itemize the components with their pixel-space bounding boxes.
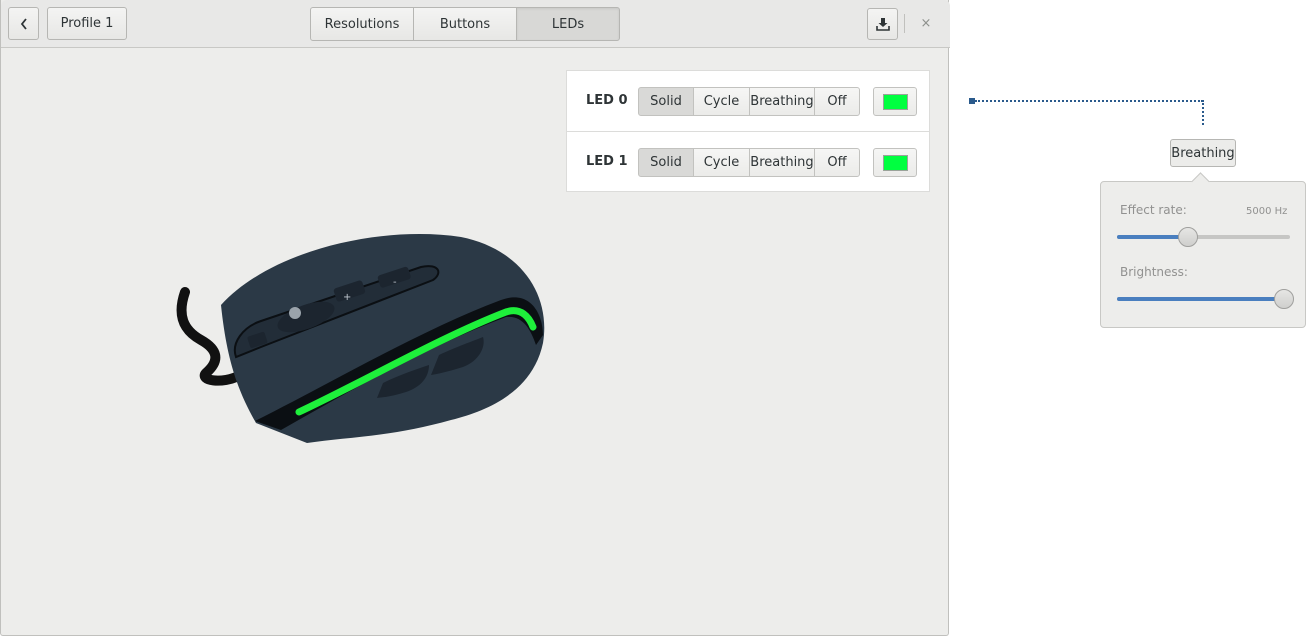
tab-buttons[interactable]: Buttons — [413, 7, 517, 41]
tab-resolutions-label: Resolutions — [324, 16, 400, 32]
svg-text:+: + — [343, 292, 351, 303]
mode-cycle-button[interactable]: Cycle — [693, 87, 750, 116]
mode-off-button[interactable]: Off — [814, 148, 860, 177]
slider-knob[interactable] — [1274, 289, 1294, 309]
led-label: LED 1 — [586, 154, 628, 169]
chevron-left-icon — [20, 17, 27, 30]
connector-line — [1202, 100, 1204, 125]
color-swatch — [882, 154, 908, 171]
mode-off-button[interactable]: Off — [814, 87, 860, 116]
mode-breathing-button[interactable]: Breathing — [749, 148, 815, 177]
led-mode-selector: Solid Cycle Breathing Off — [638, 87, 860, 116]
led-label: LED 0 — [586, 93, 628, 108]
mode-cycle-button[interactable]: Cycle — [693, 148, 750, 177]
tab-leds-label: LEDs — [551, 16, 585, 32]
brightness-label: Brightness: — [1120, 265, 1188, 279]
effect-rate-value: 5000 Hz — [1246, 206, 1288, 217]
led-row: LED 1 Solid Cycle Breathing Off — [567, 132, 929, 192]
tab-leds[interactable]: LEDs — [516, 7, 620, 41]
led-list: LED 0 Solid Cycle Breathing Off LED 1 So… — [566, 70, 930, 192]
mode-label: Breathing — [750, 94, 814, 109]
mode-label: Breathing — [750, 155, 814, 170]
main-window: Profile 1 Resolutions Buttons LEDs × + -… — [0, 0, 950, 636]
effect-rate-slider[interactable] — [1117, 227, 1290, 247]
mouse-illustration: + - — [176, 234, 545, 443]
mode-label: Off — [827, 94, 847, 109]
mode-label: Solid — [650, 94, 682, 109]
color-picker-button[interactable] — [873, 87, 917, 116]
back-button[interactable] — [8, 7, 39, 40]
tab-resolutions[interactable]: Resolutions — [310, 7, 414, 41]
led-mode-selector: Solid Cycle Breathing Off — [638, 148, 860, 177]
profile-label: Profile 1 — [60, 16, 114, 31]
color-swatch — [882, 93, 908, 110]
header-bar: Profile 1 Resolutions Buttons LEDs × — [1, 0, 950, 48]
profile-button[interactable]: Profile 1 — [47, 7, 127, 40]
header-separator — [904, 14, 905, 33]
slider-fill — [1117, 297, 1284, 301]
mode-solid-button[interactable]: Solid — [638, 87, 694, 116]
close-icon: × — [920, 15, 932, 31]
mode-label: Off — [827, 155, 847, 170]
led-row: LED 0 Solid Cycle Breathing Off — [567, 71, 929, 132]
download-icon — [875, 18, 890, 31]
mode-label: Cycle — [703, 155, 740, 170]
page-switcher: Resolutions Buttons LEDs — [310, 7, 620, 41]
commit-button[interactable] — [867, 8, 898, 40]
effect-rate-label: Effect rate: — [1120, 203, 1187, 217]
mode-solid-button[interactable]: Solid — [638, 148, 694, 177]
close-button[interactable]: × — [916, 12, 936, 34]
mode-breathing-button[interactable]: Breathing — [749, 87, 815, 116]
mode-label: Cycle — [703, 94, 740, 109]
brightness-slider[interactable] — [1117, 289, 1294, 309]
connector-line — [975, 100, 1203, 102]
mouse-wheel-dot — [289, 307, 301, 319]
svg-text:-: - — [393, 277, 397, 288]
tab-buttons-label: Buttons — [439, 16, 491, 32]
color-picker-button[interactable] — [873, 148, 917, 177]
mode-label: Solid — [650, 155, 682, 170]
breathing-label: Breathing — [1171, 145, 1235, 161]
breathing-mode-button[interactable]: Breathing — [1170, 139, 1236, 167]
